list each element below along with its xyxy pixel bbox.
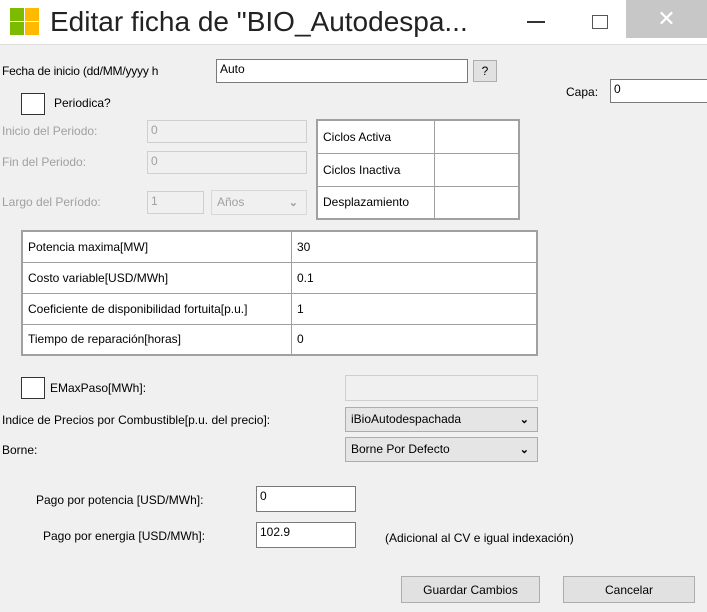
ciclos-table: Ciclos Activa Ciclos Inactiva Desplazami… (316, 119, 520, 220)
save-button[interactable]: Guardar Cambios (401, 576, 540, 603)
tiempo-reparacion-label: Tiempo de reparación[horas] (21, 323, 292, 356)
window-title: Editar ficha de "BIO_Autodespa... (50, 6, 468, 37)
pago-energia-label: Pago por energia [USD/MWh]: (43, 529, 206, 543)
table-row: Tiempo de reparación[horas] 0 (21, 323, 538, 356)
ciclos-inactiva-label: Ciclos Inactiva (316, 152, 435, 187)
emaxpaso-input[interactable] (345, 375, 538, 401)
minimize-icon (527, 21, 545, 23)
ciclos-row: Ciclos Activa (316, 119, 520, 154)
indice-precios-select[interactable]: iBioAutodespachada ⌄ (345, 407, 538, 432)
ciclos-row: Ciclos Inactiva (316, 152, 520, 187)
close-icon: ✕ (657, 6, 676, 31)
periodica-label: Periodica? (54, 96, 111, 110)
fecha-inicio-label: Fecha de inicio (dd/MM/yyyy h (2, 64, 159, 78)
desplazamiento-label: Desplazamiento (316, 185, 435, 220)
largo-periodo-label: Largo del Período: (2, 195, 101, 209)
potencia-maxima-label: Potencia maxima[MW] (21, 230, 292, 263)
capa-label: Capa: (566, 85, 599, 99)
ciclos-activa-value[interactable] (434, 119, 520, 154)
indice-precios-value: iBioAutodespachada (351, 412, 462, 426)
inicio-periodo-input[interactable]: 0 (147, 120, 307, 143)
minimize-button[interactable] (515, 0, 557, 44)
fin-periodo-input[interactable]: 0 (147, 151, 307, 174)
largo-periodo-input[interactable]: 1 (147, 191, 204, 214)
coeficiente-disponibilidad-value[interactable]: 1 (291, 292, 538, 325)
app-icon (10, 8, 40, 36)
ciclos-activa-label: Ciclos Activa (316, 119, 435, 154)
periodica-checkbox[interactable] (21, 93, 45, 115)
parameters-table: Potencia maxima[MW] 30 Costo variable[US… (21, 230, 538, 356)
inicio-periodo-label: Inicio del Periodo: (2, 124, 98, 138)
costo-variable-value[interactable]: 0.1 (291, 261, 538, 294)
potencia-maxima-value[interactable]: 30 (291, 230, 538, 263)
fecha-help-button[interactable]: ? (473, 60, 497, 82)
periodo-unit-value: Años (217, 195, 245, 209)
ciclos-inactiva-value[interactable] (434, 152, 520, 187)
maximize-button[interactable] (580, 0, 620, 44)
costo-variable-label: Costo variable[USD/MWh] (21, 261, 292, 294)
capa-input[interactable]: 0 (610, 79, 707, 103)
table-row: Potencia maxima[MW] 30 (21, 230, 538, 263)
borne-label: Borne: (2, 443, 38, 457)
pago-energia-input[interactable]: 102.9 (256, 522, 356, 548)
maximize-icon (592, 15, 608, 29)
chevron-down-icon: ⌄ (519, 414, 529, 426)
desplazamiento-value[interactable] (434, 185, 520, 220)
fecha-inicio-input[interactable]: Auto (216, 59, 468, 83)
emaxpaso-checkbox[interactable] (21, 377, 45, 399)
chevron-down-icon: ⌄ (519, 444, 529, 456)
tiempo-reparacion-value[interactable]: 0 (291, 323, 538, 356)
table-row: Coeficiente de disponibilidad fortuita[p… (21, 292, 538, 325)
pago-energia-note: (Adicional al CV e igual indexación) (385, 531, 574, 545)
coeficiente-disponibilidad-label: Coeficiente de disponibilidad fortuita[p… (21, 292, 292, 325)
form-panel: Fecha de inicio (dd/MM/yyyy h Auto ? Cap… (0, 44, 707, 612)
emaxpaso-label: EMaxPaso[MWh]: (50, 381, 147, 395)
ciclos-row: Desplazamiento (316, 185, 520, 220)
periodo-unit-select[interactable]: Años ⌄ (211, 190, 307, 215)
title-bar: Editar ficha de "BIO_Autodespa... ✕ (0, 0, 707, 44)
pago-potencia-input[interactable]: 0 (256, 486, 356, 512)
borne-select[interactable]: Borne Por Defecto ⌄ (345, 437, 538, 462)
borne-value: Borne Por Defecto (351, 442, 450, 456)
table-row: Costo variable[USD/MWh] 0.1 (21, 261, 538, 294)
chevron-down-icon: ⌄ (288, 197, 298, 209)
close-button[interactable]: ✕ (626, 0, 707, 38)
pago-potencia-label: Pago por potencia [USD/MWh]: (36, 493, 204, 507)
fin-periodo-label: Fin del Periodo: (2, 155, 87, 169)
indice-precios-label: Indice de Precios por Combustible[p.u. d… (2, 413, 271, 427)
cancel-button[interactable]: Cancelar (563, 576, 695, 603)
